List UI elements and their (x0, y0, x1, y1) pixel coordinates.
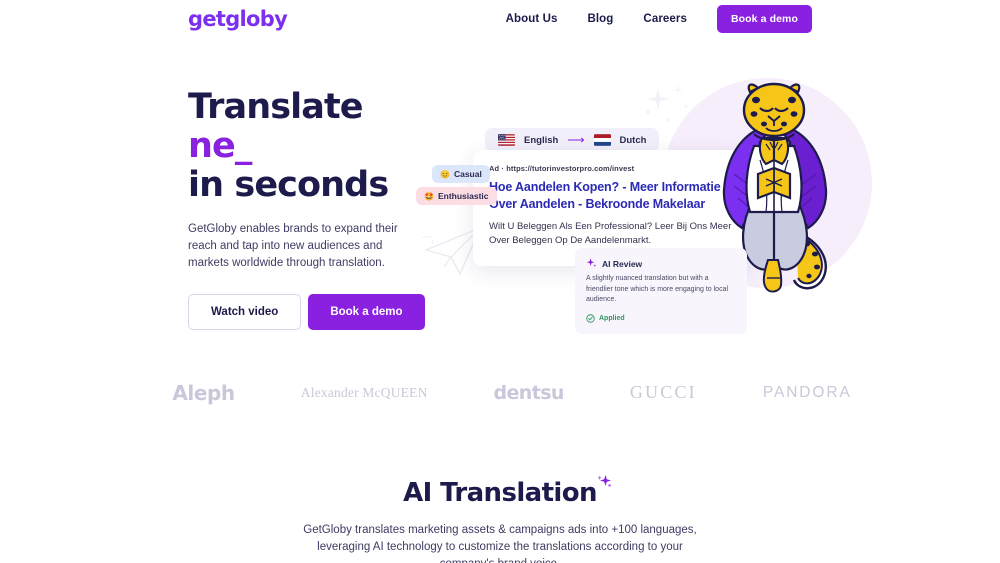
client-logo-gucci: GUCCI (629, 382, 697, 402)
ai-review-card: AI Review A slightly nuanced translation… (575, 248, 747, 334)
ai-review-header: AI Review (586, 258, 736, 269)
ad-label: Ad (489, 164, 500, 173)
language-to-label: Dutch (619, 134, 647, 146)
ai-translation-section: AI Translation GetGloby translates marke… (0, 475, 1000, 563)
ad-headline-link[interactable]: Hoe Aandelen Kopen? - Meer Informatie Ov… (489, 179, 732, 213)
language-from-label: English (524, 134, 559, 146)
top-navigation-bar: getgloby About Us Blog Careers Book a de… (0, 0, 1000, 38)
nav-book-a-demo-button[interactable]: Book a demo (716, 5, 812, 33)
tone-tag-enthusiastic[interactable]: 🤩 Enthusiastic (416, 187, 497, 205)
tone-tag-casual[interactable]: 😊 Casual (432, 165, 490, 183)
flag-netherlands-icon (593, 134, 611, 146)
nav-links-group: About Us Blog Careers Book a demo (506, 5, 812, 33)
ad-description: Wilt U Beleggen Als Een Professional? Le… (489, 221, 732, 246)
nav-link-about-us[interactable]: About Us (506, 13, 558, 25)
hero-section: Translate ne_ in seconds GetGloby enable… (0, 0, 1000, 340)
ai-review-status-label: Applied (599, 314, 625, 322)
section-title-text: AI Translation (403, 478, 597, 508)
check-circle-icon (586, 313, 595, 323)
ai-review-status: Applied (586, 313, 736, 323)
client-logo-alexander-mcqueen: Alexander McQUEEN (300, 384, 428, 400)
hero-subtitle: GetGloby enables brands to expand their … (188, 223, 398, 269)
star-struck-icon: 🤩 (424, 191, 434, 201)
hero-buttons-group: Watch video Book a demo (188, 294, 428, 330)
section-subtitle: GetGloby translates marketing assets & c… (303, 524, 697, 563)
nav-link-blog[interactable]: Blog (587, 13, 613, 25)
client-logo-aleph: Aleph (172, 380, 235, 405)
ad-meta-separator: · (501, 164, 504, 173)
landing-page: getgloby About Us Blog Careers Book a de… (0, 0, 1000, 563)
flag-usa-icon (498, 134, 515, 146)
page-title: Translate ne_ in seconds (188, 88, 428, 205)
ad-url[interactable]: https://tutorinvestorpro.com/invest (506, 164, 634, 173)
arrow-right-icon: ⟶ (567, 133, 585, 147)
client-logo-pandora: PANDORA (762, 383, 852, 401)
getgloby-logo[interactable]: getgloby (188, 7, 288, 31)
sparkle-icon (597, 475, 611, 487)
watch-video-button[interactable]: Watch video (188, 294, 302, 330)
sparkle-icon (586, 258, 597, 268)
tone-tag-enthusiastic-label: Enthusiastic (437, 191, 489, 201)
hero-book-a-demo-button[interactable]: Book a demo (308, 294, 425, 330)
tone-tag-casual-label: Casual (453, 169, 482, 179)
client-logos-row: Aleph Alexander McQUEEN dentsu GUCCI PAN… (0, 370, 1000, 415)
ai-review-body: A slightly nuanced translation but with … (586, 275, 729, 303)
headline-line-1: Translate (188, 87, 364, 127)
nav-link-careers[interactable]: Careers (643, 13, 687, 25)
ai-review-title: AI Review (602, 258, 643, 269)
client-logo-dentsu: dentsu (493, 381, 565, 404)
ad-meta-row: Ad · https://tutorinvestorpro.com/invest (489, 164, 732, 173)
hero-copy-block: Translate ne_ in seconds GetGloby enable… (188, 88, 428, 330)
headline-line-3: in seconds (188, 165, 389, 205)
language-pair-selector[interactable]: English ⟶ Dutch (485, 128, 660, 152)
section-title: AI Translation (403, 475, 611, 508)
headline-typed-text: ne_ (188, 126, 252, 166)
smiley-icon: 😊 (440, 169, 450, 179)
sparkle-decoration-icon (646, 84, 688, 122)
hero-illustration: English ⟶ Dutch 😊 Casual 🤩 Enthusiastic (410, 60, 880, 334)
